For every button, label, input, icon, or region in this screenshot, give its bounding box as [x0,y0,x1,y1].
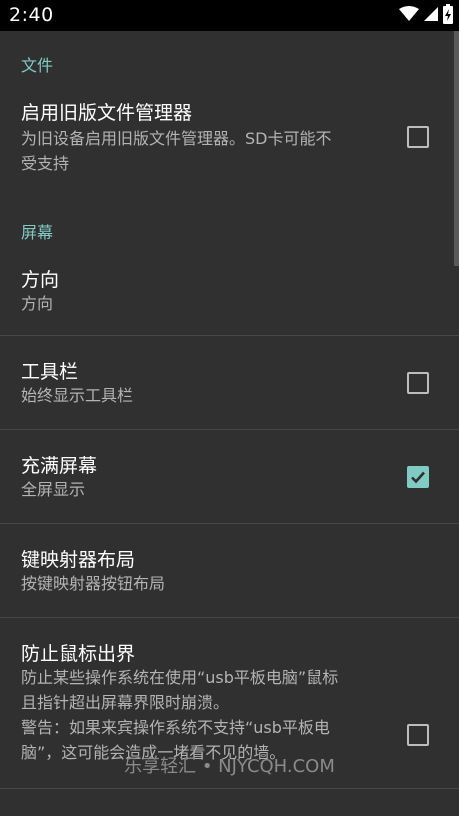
pref-summary-line: 受支持 [21,154,70,173]
fullscreen-checkbox[interactable] [407,466,429,488]
pref-summary-line: 防止某些操作系统在使用“usb平板电脑”鼠标 [21,668,339,687]
pref-legacy-file-manager[interactable]: 启用旧版文件管理器 为旧设备启用旧版文件管理器。SD卡可能不 受支持 [0,86,459,186]
pref-summary: 始终显示工具栏 [21,386,134,405]
pref-title: 工具栏 [21,361,79,383]
pref-summary: 全屏显示 [21,480,86,499]
pref-title: 启用旧版文件管理器 [21,102,193,124]
pref-title: 防止鼠标出界 [21,643,136,665]
pref-orientation[interactable]: 方向 方向 [0,253,459,335]
battery-charging-icon [443,4,453,28]
status-icons [399,4,453,28]
pref-summary-line: 为旧设备启用旧版文件管理器。SD卡可能不 [21,129,332,148]
pref-key-mapper-layout[interactable]: 键映射器布局 按键映射器按钮布局 [0,524,459,617]
pref-title: 方向 [21,269,60,291]
signal-icon [423,6,439,26]
pref-summary: 防止某些操作系统在使用“usb平板电脑”鼠标 且指针超出屏幕界限时崩溃。 警告：… [21,665,338,765]
pref-summary-line: 警告：如果来宾操作系统不支持“usb平板电 [21,718,330,737]
pref-summary: 方向 [21,294,54,313]
pref-fullscreen[interactable]: 充满屏幕 全屏显示 [0,430,459,523]
pref-title: 键映射器布局 [21,549,136,571]
watermark: 乐享轻汇 • NJYCQH.COM [124,756,335,777]
toolbar-checkbox[interactable] [407,372,429,394]
pref-summary: 按键映射器按钮布局 [21,574,166,593]
legacy-file-manager-checkbox[interactable] [407,126,429,148]
pref-title: 充满屏幕 [21,455,98,477]
status-bar: 2:40 [0,0,459,31]
pref-summary: 为旧设备启用旧版文件管理器。SD卡可能不 受支持 [21,126,331,176]
status-time: 2:40 [9,4,54,26]
settings-list[interactable]: 文件 启用旧版文件管理器 为旧设备启用旧版文件管理器。SD卡可能不 受支持 屏幕… [0,31,459,816]
checkmark-icon [411,471,425,484]
divider [0,788,459,789]
section-header-screen: 屏幕 [21,223,54,242]
pref-summary-line: 且指针超出屏幕界限时崩溃。 [21,693,230,712]
prevent-mouse-out-of-bounds-checkbox[interactable] [407,724,429,746]
section-header-file: 文件 [21,56,54,75]
pref-toolbar[interactable]: 工具栏 始终显示工具栏 [0,336,459,429]
wifi-icon [399,6,419,26]
